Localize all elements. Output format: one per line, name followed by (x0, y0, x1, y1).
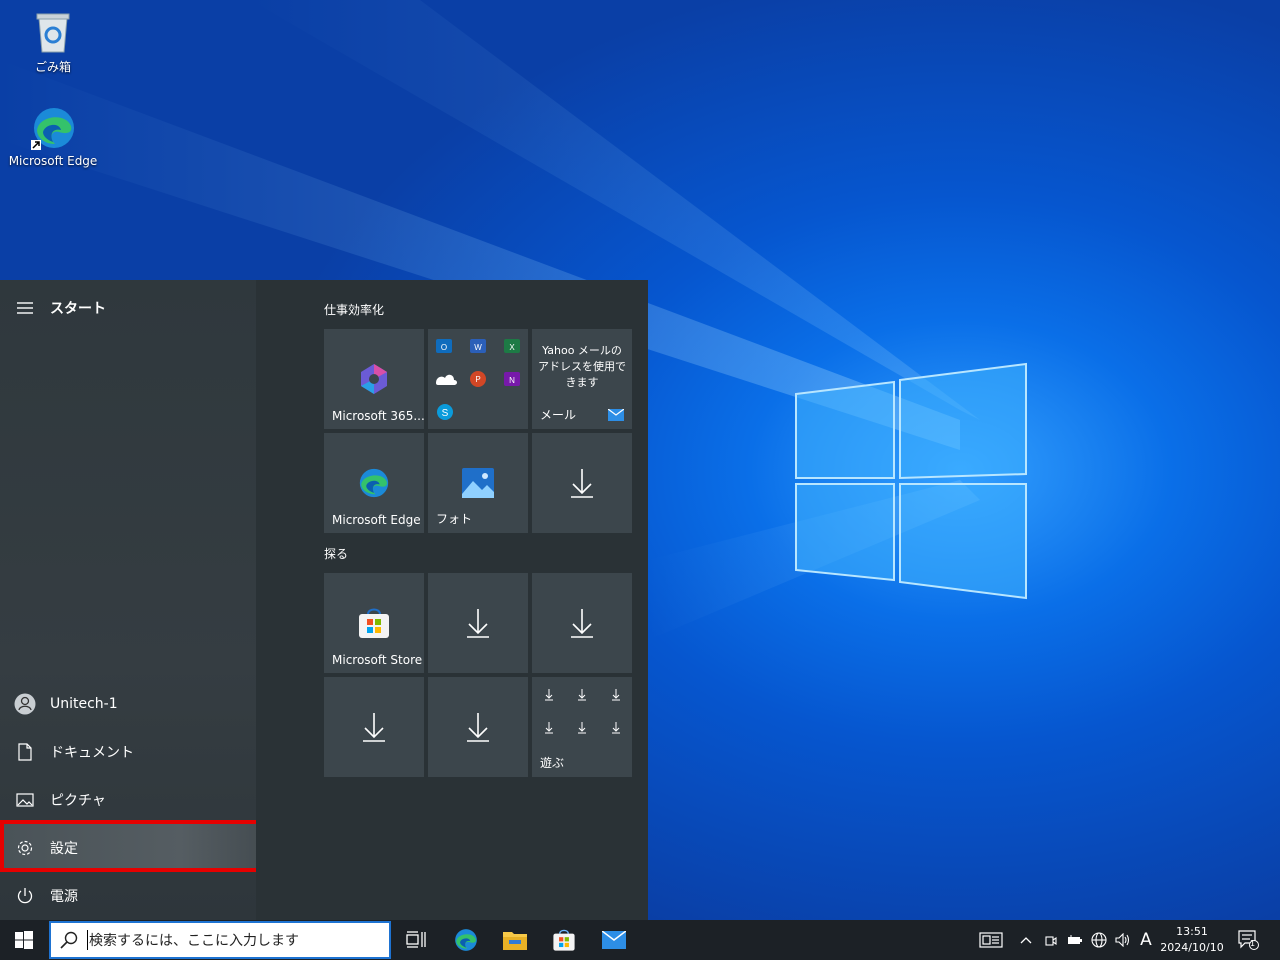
start-menu-expand-button[interactable]: スタート (0, 286, 256, 330)
mail-icon (602, 931, 626, 949)
download-arrow-icon (532, 433, 632, 533)
globe-icon (1091, 932, 1107, 948)
start-menu: スタート Unitech-1 ドキュメント ピクチャ 設定 電源 仕事効率化 M… (0, 280, 648, 920)
sidebar-item-label: 電源 (50, 889, 78, 905)
desktop-icon-recycle-bin[interactable]: ごみ箱 (8, 8, 98, 75)
tile-microsoft-store[interactable]: Microsoft Store (324, 573, 424, 673)
download-arrow-icon (532, 573, 632, 673)
tile-photos[interactable]: フォト (428, 433, 528, 533)
mail-icon (608, 409, 624, 421)
hamburger-icon (0, 301, 50, 315)
sidebar-item-user[interactable]: Unitech-1 (0, 682, 256, 726)
folder-icon (503, 932, 527, 950)
tile-label: メール (540, 408, 577, 422)
sidebar-item-power[interactable]: 電源 (0, 874, 256, 918)
download-arrow-icon (324, 677, 424, 777)
yahoo-mail-promo-text: Yahoo メールのアドレスを使用できます (538, 344, 626, 389)
sidebar-item-label: Unitech-1 (50, 696, 118, 712)
task-view-button[interactable] (392, 920, 440, 960)
start-menu-tiles: 仕事効率化 Microsoft 365... O W X P N S Yahoo… (256, 280, 648, 920)
news-widget-button[interactable] (974, 920, 1008, 960)
svg-text:P: P (475, 375, 480, 384)
taskbar-app-store[interactable] (540, 920, 588, 960)
svg-text:O: O (441, 343, 447, 352)
chevron-up-icon (1020, 937, 1032, 944)
meet-now-button[interactable] (1040, 920, 1062, 960)
volume-button[interactable] (1112, 920, 1134, 960)
tile-label: 遊ぶ (540, 756, 565, 770)
tile-label: フォト (436, 512, 473, 526)
tile-microsoft-edge[interactable]: Microsoft Edge (324, 433, 424, 533)
sidebar-item-label: ピクチャ (50, 793, 106, 809)
desktop-icon-label: ごみ箱 (34, 60, 71, 74)
tile-pending-download[interactable] (428, 573, 528, 673)
start-button[interactable] (0, 920, 48, 960)
tile-play-folder[interactable]: 遊ぶ (532, 677, 632, 777)
tile-pending-download[interactable] (324, 677, 424, 777)
sidebar-item-label: 設定 (50, 841, 78, 857)
notification-icon (1238, 930, 1259, 950)
desktop-icon-edge[interactable]: Microsoft Edge (8, 104, 98, 168)
edge-icon (455, 929, 477, 951)
tile-group-title: 仕事効率化 (324, 303, 385, 317)
svg-text:X: X (509, 343, 515, 352)
tile-pending-download[interactable] (428, 677, 528, 777)
tile-microsoft-365[interactable]: Microsoft 365... (324, 329, 425, 429)
tile-mail[interactable]: Yahoo メールのアドレスを使用できます メール (532, 329, 632, 429)
speaker-icon (1115, 933, 1130, 947)
news-icon (979, 932, 1003, 948)
desktop-icon-label: Microsoft Edge (8, 154, 98, 168)
notification-count-badge: 1 (1250, 939, 1256, 948)
sidebar-item-label: ドキュメント (50, 745, 134, 761)
office-apps-icons: O W X P N S (436, 339, 520, 420)
sidebar-item-settings[interactable]: 設定 (0, 826, 256, 870)
start-menu-sidebar: スタート Unitech-1 ドキュメント ピクチャ 設定 電源 (0, 280, 261, 920)
ime-indicator[interactable]: A (1136, 920, 1156, 960)
taskbar-search-box[interactable]: 検索するには、ここに入力します (49, 921, 391, 959)
clock-time: 13:51 (1176, 925, 1208, 938)
tile-pending-download[interactable] (532, 573, 632, 673)
windows-logo-icon (15, 931, 33, 949)
taskbar-clock[interactable]: 13:51 2024/10/10 (1160, 924, 1224, 956)
power-icon (0, 887, 50, 905)
camera-icon (1045, 936, 1057, 946)
gear-icon (0, 839, 50, 857)
recycle-bin-icon (29, 8, 77, 56)
store-icon (553, 929, 575, 951)
tile-group-title: 探る (324, 547, 349, 561)
tile-label: Microsoft Edge (332, 513, 421, 527)
taskbar-app-file-explorer[interactable] (491, 920, 539, 960)
action-center-button[interactable]: 1 (1232, 920, 1266, 960)
tile-label: Microsoft Store (332, 653, 423, 667)
download-arrow-icon (428, 573, 528, 673)
download-arrow-icon (428, 677, 528, 777)
picture-icon (0, 792, 50, 808)
taskbar: 検索するには、ここに入力します A 13:51 2024/10/10 1 (0, 920, 1280, 960)
battery-icon (1068, 935, 1082, 944)
battery-button[interactable] (1064, 920, 1086, 960)
user-avatar-icon (0, 693, 50, 715)
mini-download-arrows-icon (545, 689, 620, 734)
taskbar-app-mail[interactable] (590, 920, 638, 960)
tile-label: Microsoft 365... (332, 409, 425, 423)
show-hidden-icons-button[interactable] (1016, 920, 1036, 960)
clock-date: 2024/10/10 (1160, 941, 1224, 954)
taskbar-app-edge[interactable] (442, 920, 490, 960)
tile-office-apps-folder[interactable]: O W X P N S (428, 329, 528, 429)
task-view-icon (406, 931, 426, 948)
search-placeholder: 検索するには、ここに入力します (87, 930, 299, 950)
svg-text:N: N (509, 376, 515, 385)
network-button[interactable] (1088, 920, 1110, 960)
sidebar-item-pictures[interactable]: ピクチャ (0, 778, 256, 822)
tile-pending-download[interactable] (532, 433, 632, 533)
wallpaper-windows-logo (795, 362, 1027, 600)
search-icon (51, 931, 87, 949)
svg-text:S: S (442, 408, 449, 419)
document-icon (0, 743, 50, 761)
start-menu-title: スタート (50, 301, 106, 317)
sidebar-item-documents[interactable]: ドキュメント (0, 730, 256, 774)
svg-text:W: W (474, 343, 482, 352)
edge-icon (29, 104, 77, 152)
